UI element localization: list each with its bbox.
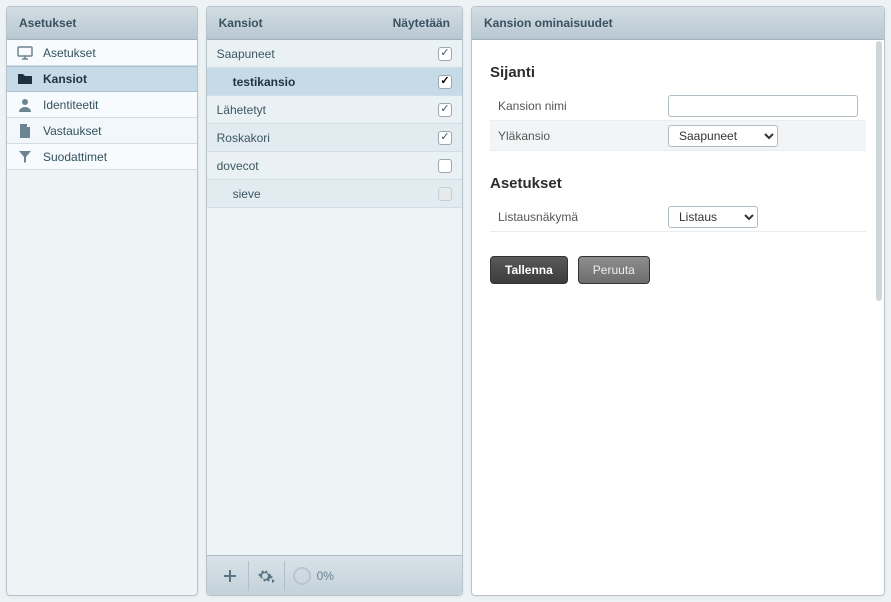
- folders-toolbar: 0%: [207, 555, 462, 595]
- folder-visibility-checkbox[interactable]: [438, 47, 452, 61]
- section-location-title: Sijanti: [490, 64, 866, 81]
- monitor-icon: [17, 45, 33, 61]
- quota-text: 0%: [317, 569, 334, 583]
- sidebar-item-vastaukset[interactable]: Vastaukset: [7, 118, 197, 144]
- folder-name: testikansio: [217, 75, 438, 89]
- folder-visibility-checkbox[interactable]: [438, 75, 452, 89]
- folder-visibility-checkbox[interactable]: [438, 159, 452, 173]
- view-mode-select[interactable]: Listaus: [668, 206, 758, 228]
- folders-shown-label: Näytetään: [393, 7, 450, 39]
- quota-indicator: 0%: [293, 567, 334, 585]
- folder-row[interactable]: testikansio: [207, 68, 462, 96]
- add-folder-button[interactable]: [213, 561, 249, 591]
- folders-list: Saapuneet testikansio Lähetetyt Roskakori do…: [207, 40, 462, 555]
- folder-row[interactable]: sieve: [207, 180, 462, 208]
- view-mode-label: Listausnäkymä: [498, 210, 668, 224]
- sidebar-item-kansiot[interactable]: Kansiot: [7, 66, 197, 92]
- folder-row[interactable]: dovecot: [207, 152, 462, 180]
- sidebar-item-label: Suodattimet: [43, 150, 107, 164]
- folder-name-input[interactable]: [668, 95, 858, 117]
- scrollbar-thumb[interactable]: [876, 41, 882, 301]
- document-icon: [17, 123, 33, 139]
- folder-name: Saapuneet: [217, 47, 438, 61]
- gear-icon: [257, 568, 275, 584]
- folder-name: dovecot: [217, 159, 438, 173]
- sidebar-item-identiteetit[interactable]: Identiteetit: [7, 92, 197, 118]
- parent-folder-label: Yläkansio: [498, 129, 668, 143]
- settings-nav-list: Asetukset Kansiot Identiteetit Vastaukset Su…: [7, 40, 197, 595]
- sidebar-item-label: Vastaukset: [43, 124, 101, 138]
- settings-title: Asetukset: [19, 7, 76, 39]
- props-header: Kansion ominaisuudet: [472, 7, 884, 40]
- folder-icon: [17, 71, 33, 87]
- folder-visibility-checkbox[interactable]: [438, 103, 452, 117]
- folders-header: Kansiot Näytetään: [207, 7, 462, 40]
- folders-panel: Kansiot Näytetään Saapuneet testikansio Lä…: [206, 6, 463, 596]
- person-icon: [17, 97, 33, 113]
- quota-ring-icon: [293, 567, 311, 585]
- folder-name: sieve: [217, 187, 438, 201]
- sidebar-item-label: Identiteetit: [43, 98, 98, 112]
- folder-actions-button[interactable]: [249, 561, 285, 591]
- folder-name: Roskakori: [217, 131, 438, 145]
- cancel-button[interactable]: Peruuta: [578, 256, 650, 284]
- settings-sidebar: Asetukset Asetukset Kansiot Identiteetit Va…: [6, 6, 198, 596]
- sidebar-item-label: Asetukset: [43, 46, 96, 60]
- folder-row[interactable]: Saapuneet: [207, 40, 462, 68]
- folder-name: Lähetetyt: [217, 103, 438, 117]
- folder-row[interactable]: Roskakori: [207, 124, 462, 152]
- folder-visibility-checkbox: [438, 187, 452, 201]
- sidebar-item-label: Kansiot: [43, 72, 87, 86]
- sidebar-item-suodattimet[interactable]: Suodattimet: [7, 144, 197, 170]
- section-settings-title: Asetukset: [490, 175, 866, 192]
- parent-folder-select[interactable]: Saapuneet: [668, 125, 778, 147]
- sidebar-item-asetukset[interactable]: Asetukset: [7, 40, 197, 66]
- folder-properties-panel: Kansion ominaisuudet Sijanti Kansion nim…: [471, 6, 885, 596]
- filter-icon: [17, 149, 33, 165]
- plus-icon: [222, 568, 238, 584]
- folders-title: Kansiot: [219, 7, 263, 39]
- props-title: Kansion ominaisuudet: [484, 7, 613, 39]
- folder-row[interactable]: Lähetetyt: [207, 96, 462, 124]
- save-button[interactable]: Tallenna: [490, 256, 568, 284]
- settings-header: Asetukset: [7, 7, 197, 40]
- folder-name-label: Kansion nimi: [498, 99, 668, 113]
- folder-visibility-checkbox[interactable]: [438, 131, 452, 145]
